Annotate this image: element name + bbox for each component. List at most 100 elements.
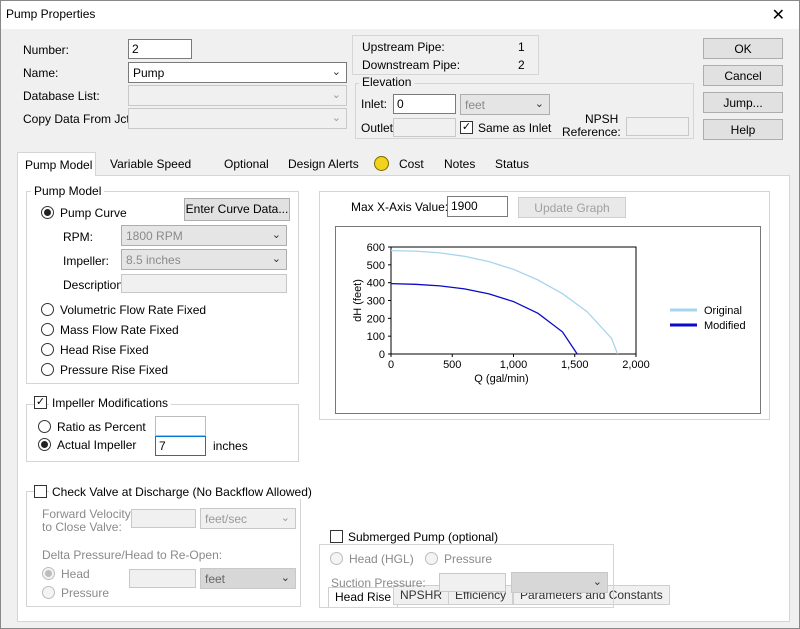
copy-data-select[interactable]: ⌄ [128, 108, 347, 129]
tab-pump-model-label: Pump Model [25, 158, 93, 172]
jump-button[interactable]: Jump... [703, 92, 783, 113]
tab-notes-label: Notes [444, 157, 476, 171]
tab-cost-label: Cost [399, 157, 424, 171]
name-label: Name: [23, 66, 59, 80]
chevron-down-icon: ⌄ [271, 229, 281, 241]
cost-coin-icon [374, 156, 389, 171]
actual-impeller-radio[interactable] [38, 438, 51, 451]
suction-pressure-label: Suction Pressure: [331, 576, 426, 590]
impeller-modifications-checkbox[interactable]: ✓ [34, 396, 47, 409]
forward-velocity-input[interactable] [131, 509, 196, 528]
downstream-pipe-value: 2 [518, 58, 525, 72]
forward-velocity-label-line2: to Close Valve: [42, 520, 122, 534]
forward-velocity-unit-select[interactable]: feet/sec ⌄ [200, 508, 296, 529]
impeller-label: Impeller: [63, 254, 110, 268]
delta-value-input[interactable] [129, 569, 196, 588]
suction-pressure-input[interactable] [439, 573, 506, 592]
x-tick-label: 1,500 [561, 359, 589, 371]
legend-label-modified: Modified [704, 320, 746, 332]
database-list-label: Database List: [23, 89, 100, 103]
pump-properties-window: Pump Properties ✕ Number: 2 Name: Pump ⌄… [0, 0, 800, 629]
check-valve-checkbox[interactable] [34, 485, 47, 498]
close-icon[interactable]: ✕ [772, 5, 785, 25]
y-tick-label: 300 [367, 296, 385, 308]
rpm-select[interactable]: 1800 RPM ⌄ [121, 225, 287, 246]
y-axis-label: dH (feet) [352, 279, 364, 322]
actual-impeller-unit: inches [213, 439, 248, 453]
chevron-down-icon: ⌄ [534, 98, 544, 110]
upstream-pipe-label: Upstream Pipe: [362, 40, 445, 54]
update-graph-button[interactable]: Update Graph [518, 197, 626, 218]
tab-status[interactable]: Status [495, 154, 529, 175]
chevron-down-icon: ⌄ [331, 89, 341, 101]
number-label: Number: [23, 43, 70, 57]
inlet-label: Inlet: [361, 97, 388, 111]
chevron-down-icon: ⌄ [271, 253, 281, 265]
number-input[interactable]: 2 [128, 39, 192, 59]
same-as-inlet-checkbox[interactable]: ✓ [460, 121, 473, 134]
head-rise-chart: 0 500 1,000 1,500 2,000 0 100 200 300 400 500 600 Q … [335, 226, 761, 414]
y-tick-label: 400 [367, 278, 385, 290]
delta-head-radio[interactable] [42, 567, 55, 580]
help-button[interactable]: Help [703, 119, 783, 140]
npsh-reference-input[interactable] [626, 117, 689, 136]
pressure-rise-radio[interactable] [41, 363, 54, 376]
tab-optional[interactable]: Optional [224, 154, 269, 175]
head-hgl-radio[interactable] [330, 552, 343, 565]
window-title: Pump Properties [6, 7, 96, 21]
pump-curve-label: Pump Curve [60, 206, 127, 220]
npsh-label: NPSH [585, 112, 619, 126]
suction-pressure-unit-select[interactable]: ⌄ [511, 572, 608, 593]
y-tick-label: 0 [379, 349, 385, 361]
rpm-label: RPM: [63, 230, 93, 244]
tab-status-label: Status [495, 157, 530, 171]
submerged-pressure-radio[interactable] [425, 552, 438, 565]
tab-variable-speed[interactable]: Variable Speed [110, 154, 191, 175]
max-x-input[interactable]: 1900 [447, 196, 508, 217]
tab-notes[interactable]: Notes [444, 154, 475, 175]
npsh-reference-label: Reference: [562, 125, 621, 139]
tab-cost[interactable]: Cost [399, 154, 424, 175]
head-rise-radio[interactable] [41, 343, 54, 356]
cancel-button[interactable]: Cancel [703, 65, 783, 86]
forward-velocity-label-line1: Forward Velocity [42, 507, 131, 521]
name-combo[interactable]: Pump ⌄ [128, 62, 347, 83]
pump-curve-radio[interactable] [41, 206, 54, 219]
tab-variable-speed-label: Variable Speed [110, 157, 192, 171]
submerged-pump-title: Submerged Pump (optional) [345, 530, 502, 544]
actual-impeller-input[interactable]: 7 [155, 436, 206, 456]
impeller-select[interactable]: 8.5 inches ⌄ [121, 249, 287, 270]
delta-unit-select[interactable]: feet ⌄ [200, 568, 296, 589]
pressure-rise-label: Pressure Rise Fixed [60, 363, 169, 377]
elevation-unit-select[interactable]: feet ⌄ [460, 94, 550, 115]
check-valve-title: Check Valve at Discharge (No Backflow Al… [49, 485, 315, 499]
delta-pressure-radio[interactable] [42, 586, 55, 599]
chevron-down-icon: ⌄ [280, 512, 290, 524]
ratio-percent-input[interactable] [155, 416, 206, 436]
actual-impeller-label: Actual Impeller [57, 438, 137, 452]
chevron-down-icon: ⌄ [331, 66, 341, 78]
elevation-title: Elevation [359, 75, 415, 89]
enter-curve-data-button[interactable]: Enter Curve Data... [184, 198, 290, 221]
mass-flow-radio[interactable] [41, 323, 54, 336]
mass-flow-label: Mass Flow Rate Fixed [60, 323, 179, 337]
ok-button[interactable]: OK [703, 38, 783, 59]
database-list-select[interactable]: ⌄ [128, 85, 347, 106]
ratio-percent-radio[interactable] [38, 420, 51, 433]
max-x-label: Max X-Axis Value: [351, 200, 449, 214]
chevron-down-icon: ⌄ [592, 576, 602, 588]
y-tick-label: 200 [367, 313, 385, 325]
tab-pump-model[interactable]: Pump Model [17, 152, 96, 176]
submerged-pump-checkbox[interactable] [330, 530, 343, 543]
description-input[interactable] [121, 274, 287, 293]
volumetric-flow-radio[interactable] [41, 303, 54, 316]
x-axis-label: Q (gal/min) [474, 373, 528, 385]
x-tick-label: 2,000 [622, 359, 650, 371]
outlet-input[interactable] [393, 118, 456, 137]
inlet-input[interactable]: 0 [393, 94, 456, 114]
head-rise-label: Head Rise Fixed [60, 343, 149, 357]
tab-design-alerts[interactable]: Design Alerts [288, 154, 359, 175]
y-tick-label: 600 [367, 242, 385, 254]
pump-model-panel: Pump Model Pump Curve Enter Curve Data..… [17, 175, 790, 622]
upstream-pipe-value: 1 [518, 40, 525, 54]
